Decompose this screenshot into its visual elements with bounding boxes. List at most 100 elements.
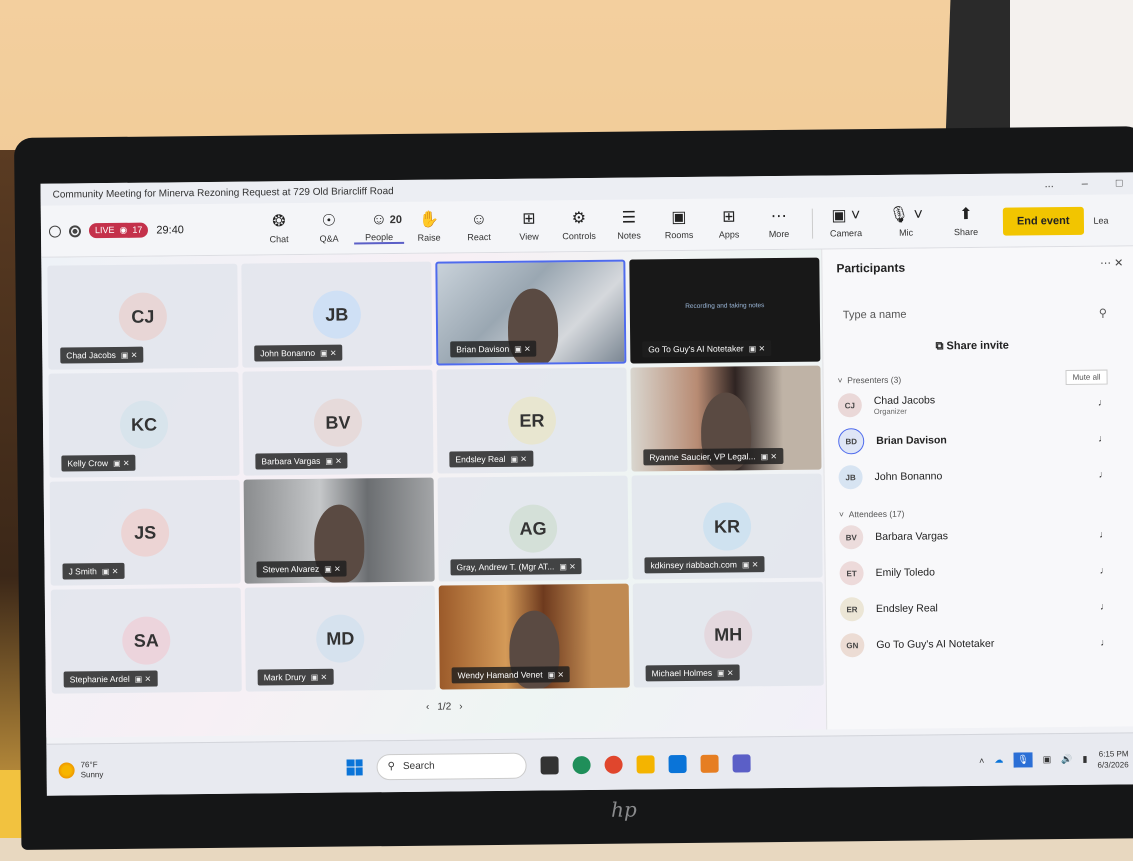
avatar: KC: [119, 400, 169, 449]
mic-icon[interactable]: ♩: [1100, 601, 1110, 612]
file-explorer-icon[interactable]: [636, 754, 655, 774]
mic-icon[interactable]: ♩: [1100, 565, 1110, 576]
participant-name-text: Barbara Vargas: [875, 530, 949, 544]
meeting-timer: 29:40: [156, 223, 184, 237]
participant-tile[interactable]: MH Michael Holmes ▣ ✕: [632, 581, 824, 688]
volume-icon[interactable]: 🔊: [1061, 754, 1072, 765]
qa-button[interactable]: ☉ Q&A: [304, 212, 354, 244]
react-button[interactable]: ☺ React: [454, 211, 504, 243]
avatar: ER: [839, 597, 865, 622]
edge-icon[interactable]: [572, 755, 591, 774]
toolbar-button-label: Raise: [417, 232, 441, 243]
participant-tile[interactable]: CJ Chad Jacobs ▣ ✕: [47, 263, 239, 370]
raise-button[interactable]: ✋ Raise: [404, 211, 454, 243]
windows-start-icon[interactable]: [346, 758, 363, 776]
participant-video-tile[interactable]: Steven Alvarez ▣ ✕: [243, 477, 435, 584]
notes-button[interactable]: ☰ Notes: [604, 209, 654, 241]
participant-tile[interactable]: MD Mark Drury ▣ ✕: [244, 585, 436, 692]
participant-name-text: Go To Guy's AI Notetaker: [876, 637, 995, 651]
hand-icon: ✋: [418, 211, 439, 229]
participant-video-tile[interactable]: Ryanne Saucier, VP Legal... ▣ ✕: [630, 365, 822, 472]
task-view-icon[interactable]: [540, 755, 559, 775]
weather-widget[interactable]: 76°F Sunny: [58, 760, 104, 780]
participant-tile[interactable]: JS J Smith ▣ ✕: [49, 479, 241, 586]
avatar: JB: [838, 465, 863, 490]
prev-page-icon[interactable]: ‹: [426, 702, 429, 713]
apps-button[interactable]: ⊞ Apps: [704, 208, 754, 240]
share-invite-icon: ⧉: [935, 340, 944, 353]
chrome-icon[interactable]: [604, 755, 623, 774]
mic-tray-icon[interactable]: 🎙: [1013, 752, 1033, 768]
participant-tile[interactable]: JB John Bonanno ▣ ✕: [241, 261, 433, 368]
participant-video-tile[interactable]: Brian Davison ▣ ✕: [435, 259, 627, 366]
participant-row[interactable]: GN Go To Guy's AI Notetaker ♩: [840, 625, 1110, 664]
app-icon[interactable]: [700, 754, 719, 773]
divider: [811, 208, 814, 239]
share-label: Share: [953, 226, 979, 238]
chevron-up-icon[interactable]: ˄: [979, 755, 984, 765]
mic-button[interactable]: 🎙 ˅ Mic: [881, 206, 931, 238]
participant-tile[interactable]: BV Barbara Vargas ▣ ✕: [242, 369, 434, 476]
people-button[interactable]: ☺ 20 People: [353, 210, 405, 245]
end-event-button[interactable]: End event: [1002, 206, 1084, 236]
participant-name: Kelly Crow: [67, 458, 109, 469]
participant-name: Chad Jacobs: [66, 349, 116, 361]
more-icon: ⋯: [770, 207, 787, 226]
weather-condition: Sunny: [80, 769, 104, 779]
controls-button[interactable]: ⚙ Controls: [554, 210, 604, 242]
chat-button[interactable]: ❂ Chat: [254, 213, 304, 245]
onedrive-icon[interactable]: ☁: [994, 755, 1003, 766]
view-button[interactable]: ⊞ View: [504, 210, 554, 242]
participant-tile[interactable]: ER Endsley Real ▣ ✕: [436, 367, 628, 474]
participant-row[interactable]: ET Emily Toledo ♩: [839, 553, 1110, 592]
share-button[interactable]: ⬆ Share: [941, 206, 991, 238]
participant-tile[interactable]: SA Stephanie Ardel ▣ ✕: [50, 587, 242, 694]
mute-all-button[interactable]: Mute all: [1065, 369, 1108, 386]
shield-icon[interactable]: [48, 225, 62, 238]
participant-row[interactable]: CJ Chad Jacobs Organizer ♩: [837, 385, 1108, 424]
participant-row[interactable]: BD Brian Davison ♩: [838, 421, 1108, 460]
avatar: MH: [703, 610, 753, 659]
participant-video-tile[interactable]: Wendy Hamand Venet ▣ ✕: [438, 583, 630, 690]
participant-row[interactable]: JB John Bonanno ♩: [838, 457, 1109, 496]
participant-row[interactable]: ER Endsley Real ♩: [839, 589, 1110, 628]
taskbar-search[interactable]: ⚲ Search: [376, 752, 527, 780]
battery-icon[interactable]: ▮: [1082, 754, 1087, 765]
avatar: ET: [839, 561, 864, 586]
clock[interactable]: 6:15 PM 6/3/2026: [1097, 748, 1128, 770]
network-icon[interactable]: ▣: [1043, 754, 1052, 765]
outlook-icon[interactable]: [668, 754, 687, 773]
mic-muted-icon: ▣ ✕: [120, 350, 138, 360]
avatar: JB: [312, 290, 362, 339]
record-icon[interactable]: [68, 224, 82, 237]
panel-more-icon[interactable]: ⋯ ✕: [1100, 256, 1123, 269]
participant-tile[interactable]: AG Gray, Andrew T. (Mgr AT... ▣ ✕: [437, 475, 629, 582]
mic-icon[interactable]: ♩: [1098, 433, 1108, 444]
mic-icon[interactable]: ♩: [1100, 637, 1110, 648]
camera-button[interactable]: ▣ ˅ Camera: [821, 207, 871, 239]
more-button[interactable]: ⋯ More: [754, 208, 804, 240]
minimize-button[interactable]: –: [1082, 178, 1088, 190]
maximize-button[interactable]: □: [1116, 177, 1123, 189]
mic-icon[interactable]: ♩: [1099, 529, 1109, 540]
participant-video-tile[interactable]: Recording and taking notes Go To Guy's AI…: [629, 257, 821, 364]
share-invite-button[interactable]: ⧉ Share invite: [837, 335, 1107, 359]
notes-icon: ☰: [621, 209, 637, 227]
toolbar-button-label: View: [519, 231, 539, 242]
participant-search-input[interactable]: Type a name ⚲: [837, 301, 1107, 328]
next-page-icon[interactable]: ›: [459, 701, 462, 712]
participant-row[interactable]: BV Barbara Vargas ♩: [839, 517, 1109, 556]
presenters-section-header[interactable]: ˅ Presenters (3) Mute all: [837, 369, 1108, 388]
participants-panel: Participants ⋯ ✕ Type a name ⚲ ⧉ Share i…: [821, 246, 1133, 730]
participant-tile[interactable]: KR kdkinsey riabbach.com ▣ ✕: [631, 473, 823, 580]
leave-button[interactable]: Lea: [1093, 215, 1108, 225]
participant-tile[interactable]: KC Kelly Crow ▣ ✕: [48, 371, 240, 478]
mic-icon[interactable]: ♩: [1099, 469, 1109, 480]
meeting-main: ‹ 1/2 › CJ Chad Jacobs ▣ ✕ JB John Bonanno ▣ …: [41, 246, 1133, 738]
rooms-button[interactable]: ▣ Rooms: [654, 209, 704, 241]
mic-icon[interactable]: ♩: [1098, 397, 1108, 408]
teams-icon[interactable]: [732, 753, 751, 773]
more-window-button[interactable]: ...: [1045, 178, 1054, 190]
smile-icon: ☺: [470, 211, 488, 229]
participant-name-tag: Wendy Hamand Venet ▣ ✕: [451, 666, 571, 684]
